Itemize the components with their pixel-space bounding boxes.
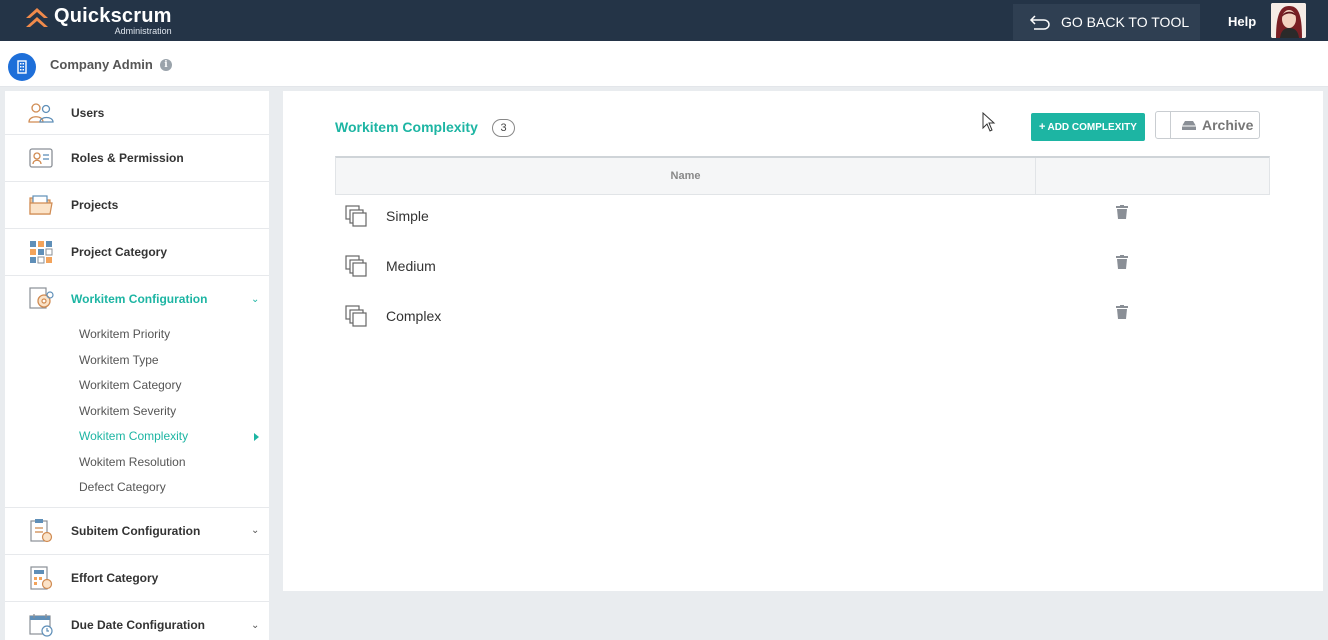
calculator-icon (30, 565, 53, 590)
avatar[interactable] (1271, 3, 1306, 38)
archive-box-icon (1182, 120, 1196, 130)
grid-icon (30, 241, 53, 264)
checklist-icon (30, 518, 53, 542)
table-row: Medium (335, 245, 1270, 295)
table-row: Complex (335, 295, 1270, 345)
sidebar-item-roles-permission[interactable]: Roles & Permission (5, 135, 269, 182)
column-header-name: Name (336, 158, 1036, 195)
users-icon (28, 103, 54, 123)
add-complexity-label: ADD COMPLEXITY (1047, 121, 1137, 133)
sidebar-item-label: Users (71, 105, 105, 120)
sidebar-subitem-workitem-category[interactable]: Workitem Category (5, 373, 269, 399)
row-name: Simple (386, 208, 429, 224)
complexity-table: Name Simple Medium Complex (335, 156, 1270, 345)
sidebar-item-project-category[interactable]: Project Category (5, 229, 269, 276)
building-icon (17, 60, 27, 74)
toggle-switch[interactable] (1158, 112, 1171, 138)
logo[interactable]: Quickscrum Administration (24, 6, 172, 36)
sidebar-subitem-workitem-complexity[interactable]: Wokitem Complexity (5, 424, 269, 450)
sidebar-item-label: Workitem Configuration (71, 292, 208, 306)
main-panel: Workitem Complexity 3 + ADD COMPLEXITY A… (283, 91, 1323, 591)
table-row: Simple (335, 195, 1270, 245)
table-header: Name (335, 156, 1270, 195)
plus-icon: + (1039, 121, 1046, 133)
archive-toggle[interactable]: Archive (1155, 111, 1260, 139)
row-name: Medium (386, 258, 436, 274)
page-title: Workitem Complexity (335, 119, 478, 135)
sidebar-item-label: Effort Category (71, 570, 159, 585)
gear-document-icon (29, 287, 54, 309)
help-link[interactable]: Help (1228, 14, 1256, 29)
copy-icon[interactable] (345, 255, 367, 277)
sub-header: Company Admin i (0, 41, 1328, 87)
workitem-submenu: Workitem Priority Workitem Type Workitem… (5, 322, 269, 508)
chevron-down-icon[interactable]: ⌄ (251, 294, 259, 305)
add-complexity-button[interactable]: + ADD COMPLEXITY (1031, 113, 1145, 141)
trash-icon[interactable] (1116, 305, 1128, 319)
chevron-down-icon[interactable]: ⌄ (251, 525, 259, 536)
id-card-icon (29, 148, 53, 168)
sidebar-item-users[interactable]: Users (5, 91, 269, 135)
back-arrow-icon (1029, 15, 1050, 30)
sidebar-subitem-label: Wokitem Complexity (79, 429, 189, 443)
chevron-down-icon[interactable]: ⌄ (251, 620, 259, 631)
sidebar-subitem-workitem-severity[interactable]: Workitem Severity (5, 399, 269, 425)
sidebar-item-label: Subitem Configuration (71, 523, 201, 538)
row-name: Complex (386, 308, 442, 324)
logo-subtitle: Administration (114, 26, 172, 36)
sidebar-subitem-defect-category[interactable]: Defect Category (5, 475, 269, 501)
sidebar-item-label: Due Date Configuration (71, 618, 205, 632)
company-building-icon[interactable] (8, 53, 36, 81)
sidebar-item-label: Project Category (71, 245, 168, 259)
sidebar-item-workitem-configuration[interactable]: Workitem Configuration ⌄ (5, 276, 269, 322)
company-admin-label: Company Admin (50, 57, 153, 72)
sidebar-subitem-workitem-resolution[interactable]: Wokitem Resolution (5, 450, 269, 476)
trash-icon[interactable] (1116, 255, 1128, 269)
go-back-label: GO BACK TO TOOL (1061, 14, 1190, 30)
caret-right-icon (254, 433, 259, 441)
sidebar-item-label: Projects (71, 198, 119, 212)
copy-icon[interactable] (345, 305, 367, 327)
sidebar-item-due-date-configuration[interactable]: Due Date Configuration ⌄ (5, 602, 269, 640)
count-badge: 3 (492, 119, 515, 137)
sidebar-subitem-workitem-type[interactable]: Workitem Type (5, 348, 269, 374)
logo-chevron-icon (26, 8, 48, 27)
sidebar-item-subitem-configuration[interactable]: Subitem Configuration ⌄ (5, 508, 269, 555)
sidebar-item-label: Roles & Permission (71, 151, 184, 165)
trash-icon[interactable] (1116, 205, 1128, 219)
copy-icon[interactable] (345, 205, 367, 227)
info-icon[interactable]: i (160, 59, 172, 71)
sidebar-item-effort-category[interactable]: Effort Category (5, 555, 269, 602)
go-back-button[interactable]: GO BACK TO TOOL (1013, 4, 1200, 40)
calendar-icon (29, 613, 53, 637)
mouse-cursor-icon (982, 112, 996, 132)
logo-title: Quickscrum (54, 5, 172, 27)
sidebar: Users Roles & Permission Projects Projec… (5, 91, 269, 640)
folder-icon (29, 195, 53, 215)
archive-label: Archive (1202, 117, 1254, 133)
sidebar-item-projects[interactable]: Projects (5, 182, 269, 229)
top-bar: Quickscrum Administration GO BACK TO TOO… (0, 0, 1328, 41)
avatar-image (1271, 3, 1306, 38)
sidebar-subitem-workitem-priority[interactable]: Workitem Priority (5, 322, 269, 348)
